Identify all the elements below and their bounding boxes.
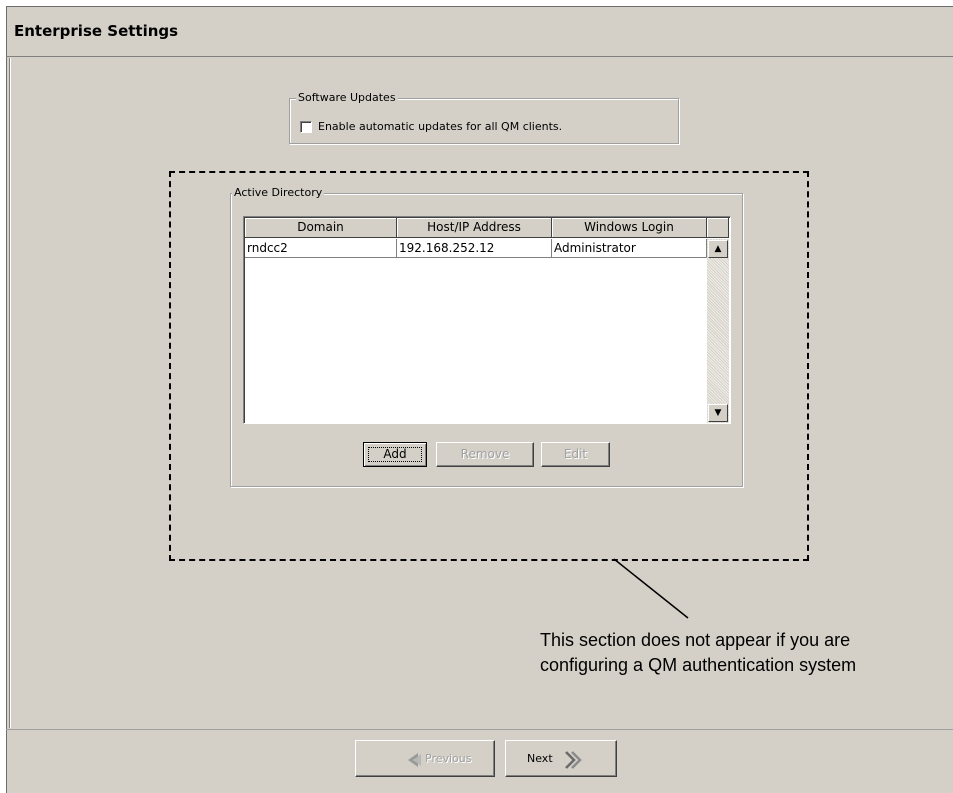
annotation-dashed-box [169,171,809,561]
double-chevron-right-icon [565,751,582,769]
panel-left-highlight [10,58,11,728]
arrow-left-icon [408,753,421,767]
next-button[interactable]: Next [505,740,617,777]
software-updates-label: Software Updates [296,91,398,104]
auto-updates-label[interactable]: Enable automatic updates for all QM clie… [318,120,562,133]
annotation-pointer-line [613,558,689,619]
next-button-label: Next [527,752,553,765]
previous-button[interactable]: Previous [355,740,495,777]
annotation-note: This section does not appear if you are … [540,630,857,675]
previous-button-label: Previous [425,752,472,765]
window-title: Enterprise Settings [14,22,179,40]
auto-updates-checkbox[interactable] [300,121,312,133]
